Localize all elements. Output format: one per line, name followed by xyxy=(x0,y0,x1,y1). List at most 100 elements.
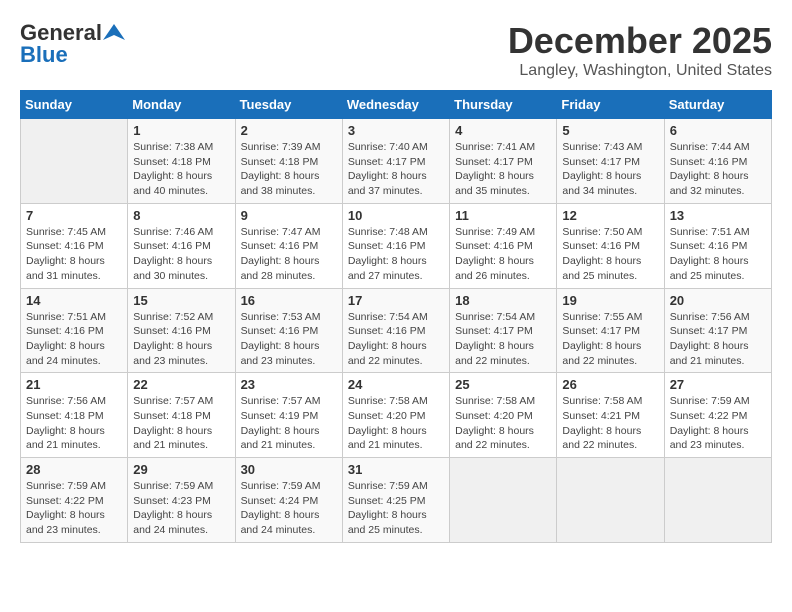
cell-content: Sunrise: 7:43 AM Sunset: 4:17 PM Dayligh… xyxy=(562,140,658,199)
calendar-cell: 12 Sunrise: 7:50 AM Sunset: 4:16 PM Dayli… xyxy=(557,203,664,288)
calendar-cell: 15 Sunrise: 7:52 AM Sunset: 4:16 PM Dayli… xyxy=(128,288,235,373)
day-number: 20 xyxy=(670,293,766,308)
calendar-table: SundayMondayTuesdayWednesdayThursdayFrid… xyxy=(20,90,772,543)
day-number: 28 xyxy=(26,462,122,477)
cell-content: Sunrise: 7:53 AM Sunset: 4:16 PM Dayligh… xyxy=(241,310,337,369)
logo: General Blue xyxy=(20,20,125,68)
day-number: 30 xyxy=(241,462,337,477)
day-number: 17 xyxy=(348,293,444,308)
cell-content: Sunrise: 7:45 AM Sunset: 4:16 PM Dayligh… xyxy=(26,225,122,284)
day-number: 15 xyxy=(133,293,229,308)
day-number: 18 xyxy=(455,293,551,308)
header-monday: Monday xyxy=(128,91,235,119)
page-header: General Blue December 2025 Langley, Wash… xyxy=(20,20,772,80)
cell-content: Sunrise: 7:56 AM Sunset: 4:18 PM Dayligh… xyxy=(26,394,122,453)
calendar-cell: 7 Sunrise: 7:45 AM Sunset: 4:16 PM Daylig… xyxy=(21,203,128,288)
calendar-cell: 27Sunrise: 7:59 AM Sunset: 4:22 PM Dayli… xyxy=(664,373,771,458)
cell-content: Sunrise: 7:58 AM Sunset: 4:21 PM Dayligh… xyxy=(562,394,658,453)
cell-content: Sunrise: 7:59 AM Sunset: 4:24 PM Dayligh… xyxy=(241,479,337,538)
day-number: 7 xyxy=(26,208,122,223)
cell-content: Sunrise: 7:58 AM Sunset: 4:20 PM Dayligh… xyxy=(455,394,551,453)
calendar-cell: 8 Sunrise: 7:46 AM Sunset: 4:16 PM Daylig… xyxy=(128,203,235,288)
day-number: 31 xyxy=(348,462,444,477)
day-number: 11 xyxy=(455,208,551,223)
calendar-cell: 5 Sunrise: 7:43 AM Sunset: 4:17 PM Daylig… xyxy=(557,119,664,204)
calendar-cell: 26Sunrise: 7:58 AM Sunset: 4:21 PM Dayli… xyxy=(557,373,664,458)
cell-content: Sunrise: 7:51 AM Sunset: 4:16 PM Dayligh… xyxy=(670,225,766,284)
cell-content: Sunrise: 7:40 AM Sunset: 4:17 PM Dayligh… xyxy=(348,140,444,199)
calendar-cell: 4 Sunrise: 7:41 AM Sunset: 4:17 PM Daylig… xyxy=(450,119,557,204)
day-number: 9 xyxy=(241,208,337,223)
calendar-cell: 11 Sunrise: 7:49 AM Sunset: 4:16 PM Dayli… xyxy=(450,203,557,288)
day-number: 29 xyxy=(133,462,229,477)
day-number: 24 xyxy=(348,377,444,392)
calendar-week-row: 21 Sunrise: 7:56 AM Sunset: 4:18 PM Dayli… xyxy=(21,373,772,458)
cell-content: Sunrise: 7:52 AM Sunset: 4:16 PM Dayligh… xyxy=(133,310,229,369)
cell-content: Sunrise: 7:59 AM Sunset: 4:25 PM Dayligh… xyxy=(348,479,444,538)
cell-content: Sunrise: 7:39 AM Sunset: 4:18 PM Dayligh… xyxy=(241,140,337,199)
calendar-header-row: SundayMondayTuesdayWednesdayThursdayFrid… xyxy=(21,91,772,119)
cell-content: Sunrise: 7:49 AM Sunset: 4:16 PM Dayligh… xyxy=(455,225,551,284)
day-number: 21 xyxy=(26,377,122,392)
calendar-cell: 13 Sunrise: 7:51 AM Sunset: 4:16 PM Dayli… xyxy=(664,203,771,288)
cell-content: Sunrise: 7:59 AM Sunset: 4:23 PM Dayligh… xyxy=(133,479,229,538)
calendar-week-row: 14 Sunrise: 7:51 AM Sunset: 4:16 PM Dayli… xyxy=(21,288,772,373)
calendar-cell: 10 Sunrise: 7:48 AM Sunset: 4:16 PM Dayli… xyxy=(342,203,449,288)
cell-content: Sunrise: 7:50 AM Sunset: 4:16 PM Dayligh… xyxy=(562,225,658,284)
calendar-body: 1 Sunrise: 7:38 AM Sunset: 4:18 PM Daylig… xyxy=(21,119,772,543)
day-number: 3 xyxy=(348,123,444,138)
cell-content: Sunrise: 7:55 AM Sunset: 4:17 PM Dayligh… xyxy=(562,310,658,369)
cell-content: Sunrise: 7:59 AM Sunset: 4:22 PM Dayligh… xyxy=(26,479,122,538)
calendar-cell xyxy=(557,458,664,543)
cell-content: Sunrise: 7:51 AM Sunset: 4:16 PM Dayligh… xyxy=(26,310,122,369)
calendar-cell: 17 Sunrise: 7:54 AM Sunset: 4:16 PM Dayli… xyxy=(342,288,449,373)
calendar-subtitle: Langley, Washington, United States xyxy=(508,62,772,80)
day-number: 13 xyxy=(670,208,766,223)
cell-content: Sunrise: 7:56 AM Sunset: 4:17 PM Dayligh… xyxy=(670,310,766,369)
calendar-cell: 19 Sunrise: 7:55 AM Sunset: 4:17 PM Dayli… xyxy=(557,288,664,373)
calendar-cell: 3 Sunrise: 7:40 AM Sunset: 4:17 PM Daylig… xyxy=(342,119,449,204)
calendar-cell: 1 Sunrise: 7:38 AM Sunset: 4:18 PM Daylig… xyxy=(128,119,235,204)
calendar-cell: 6Sunrise: 7:44 AM Sunset: 4:16 PM Daylig… xyxy=(664,119,771,204)
calendar-cell: 22Sunrise: 7:57 AM Sunset: 4:18 PM Dayli… xyxy=(128,373,235,458)
calendar-cell: 25 Sunrise: 7:58 AM Sunset: 4:20 PM Dayli… xyxy=(450,373,557,458)
day-number: 12 xyxy=(562,208,658,223)
day-number: 2 xyxy=(241,123,337,138)
calendar-week-row: 1 Sunrise: 7:38 AM Sunset: 4:18 PM Daylig… xyxy=(21,119,772,204)
calendar-cell: 24 Sunrise: 7:58 AM Sunset: 4:20 PM Dayli… xyxy=(342,373,449,458)
calendar-cell: 16Sunrise: 7:53 AM Sunset: 4:16 PM Dayli… xyxy=(235,288,342,373)
cell-content: Sunrise: 7:38 AM Sunset: 4:18 PM Dayligh… xyxy=(133,140,229,199)
day-number: 14 xyxy=(26,293,122,308)
calendar-cell: 18Sunrise: 7:54 AM Sunset: 4:17 PM Dayli… xyxy=(450,288,557,373)
cell-content: Sunrise: 7:46 AM Sunset: 4:16 PM Dayligh… xyxy=(133,225,229,284)
calendar-cell: 20 Sunrise: 7:56 AM Sunset: 4:17 PM Dayli… xyxy=(664,288,771,373)
header-thursday: Thursday xyxy=(450,91,557,119)
cell-content: Sunrise: 7:47 AM Sunset: 4:16 PM Dayligh… xyxy=(241,225,337,284)
calendar-cell xyxy=(450,458,557,543)
calendar-week-row: 28 Sunrise: 7:59 AM Sunset: 4:22 PM Dayli… xyxy=(21,458,772,543)
calendar-cell: 23Sunrise: 7:57 AM Sunset: 4:19 PM Dayli… xyxy=(235,373,342,458)
header-tuesday: Tuesday xyxy=(235,91,342,119)
day-number: 5 xyxy=(562,123,658,138)
logo-blue: Blue xyxy=(20,42,68,68)
calendar-cell: 28 Sunrise: 7:59 AM Sunset: 4:22 PM Dayli… xyxy=(21,458,128,543)
calendar-cell: 14 Sunrise: 7:51 AM Sunset: 4:16 PM Dayli… xyxy=(21,288,128,373)
day-number: 1 xyxy=(133,123,229,138)
cell-content: Sunrise: 7:41 AM Sunset: 4:17 PM Dayligh… xyxy=(455,140,551,199)
header-saturday: Saturday xyxy=(664,91,771,119)
day-number: 25 xyxy=(455,377,551,392)
day-number: 22 xyxy=(133,377,229,392)
day-number: 19 xyxy=(562,293,658,308)
day-number: 4 xyxy=(455,123,551,138)
cell-content: Sunrise: 7:54 AM Sunset: 4:16 PM Dayligh… xyxy=(348,310,444,369)
cell-content: Sunrise: 7:57 AM Sunset: 4:19 PM Dayligh… xyxy=(241,394,337,453)
cell-content: Sunrise: 7:58 AM Sunset: 4:20 PM Dayligh… xyxy=(348,394,444,453)
calendar-week-row: 7 Sunrise: 7:45 AM Sunset: 4:16 PM Daylig… xyxy=(21,203,772,288)
calendar-cell: 2 Sunrise: 7:39 AM Sunset: 4:18 PM Daylig… xyxy=(235,119,342,204)
day-number: 8 xyxy=(133,208,229,223)
cell-content: Sunrise: 7:44 AM Sunset: 4:16 PM Dayligh… xyxy=(670,140,766,199)
day-number: 10 xyxy=(348,208,444,223)
cell-content: Sunrise: 7:48 AM Sunset: 4:16 PM Dayligh… xyxy=(348,225,444,284)
cell-content: Sunrise: 7:59 AM Sunset: 4:22 PM Dayligh… xyxy=(670,394,766,453)
title-section: December 2025 Langley, Washington, Unite… xyxy=(508,20,772,80)
